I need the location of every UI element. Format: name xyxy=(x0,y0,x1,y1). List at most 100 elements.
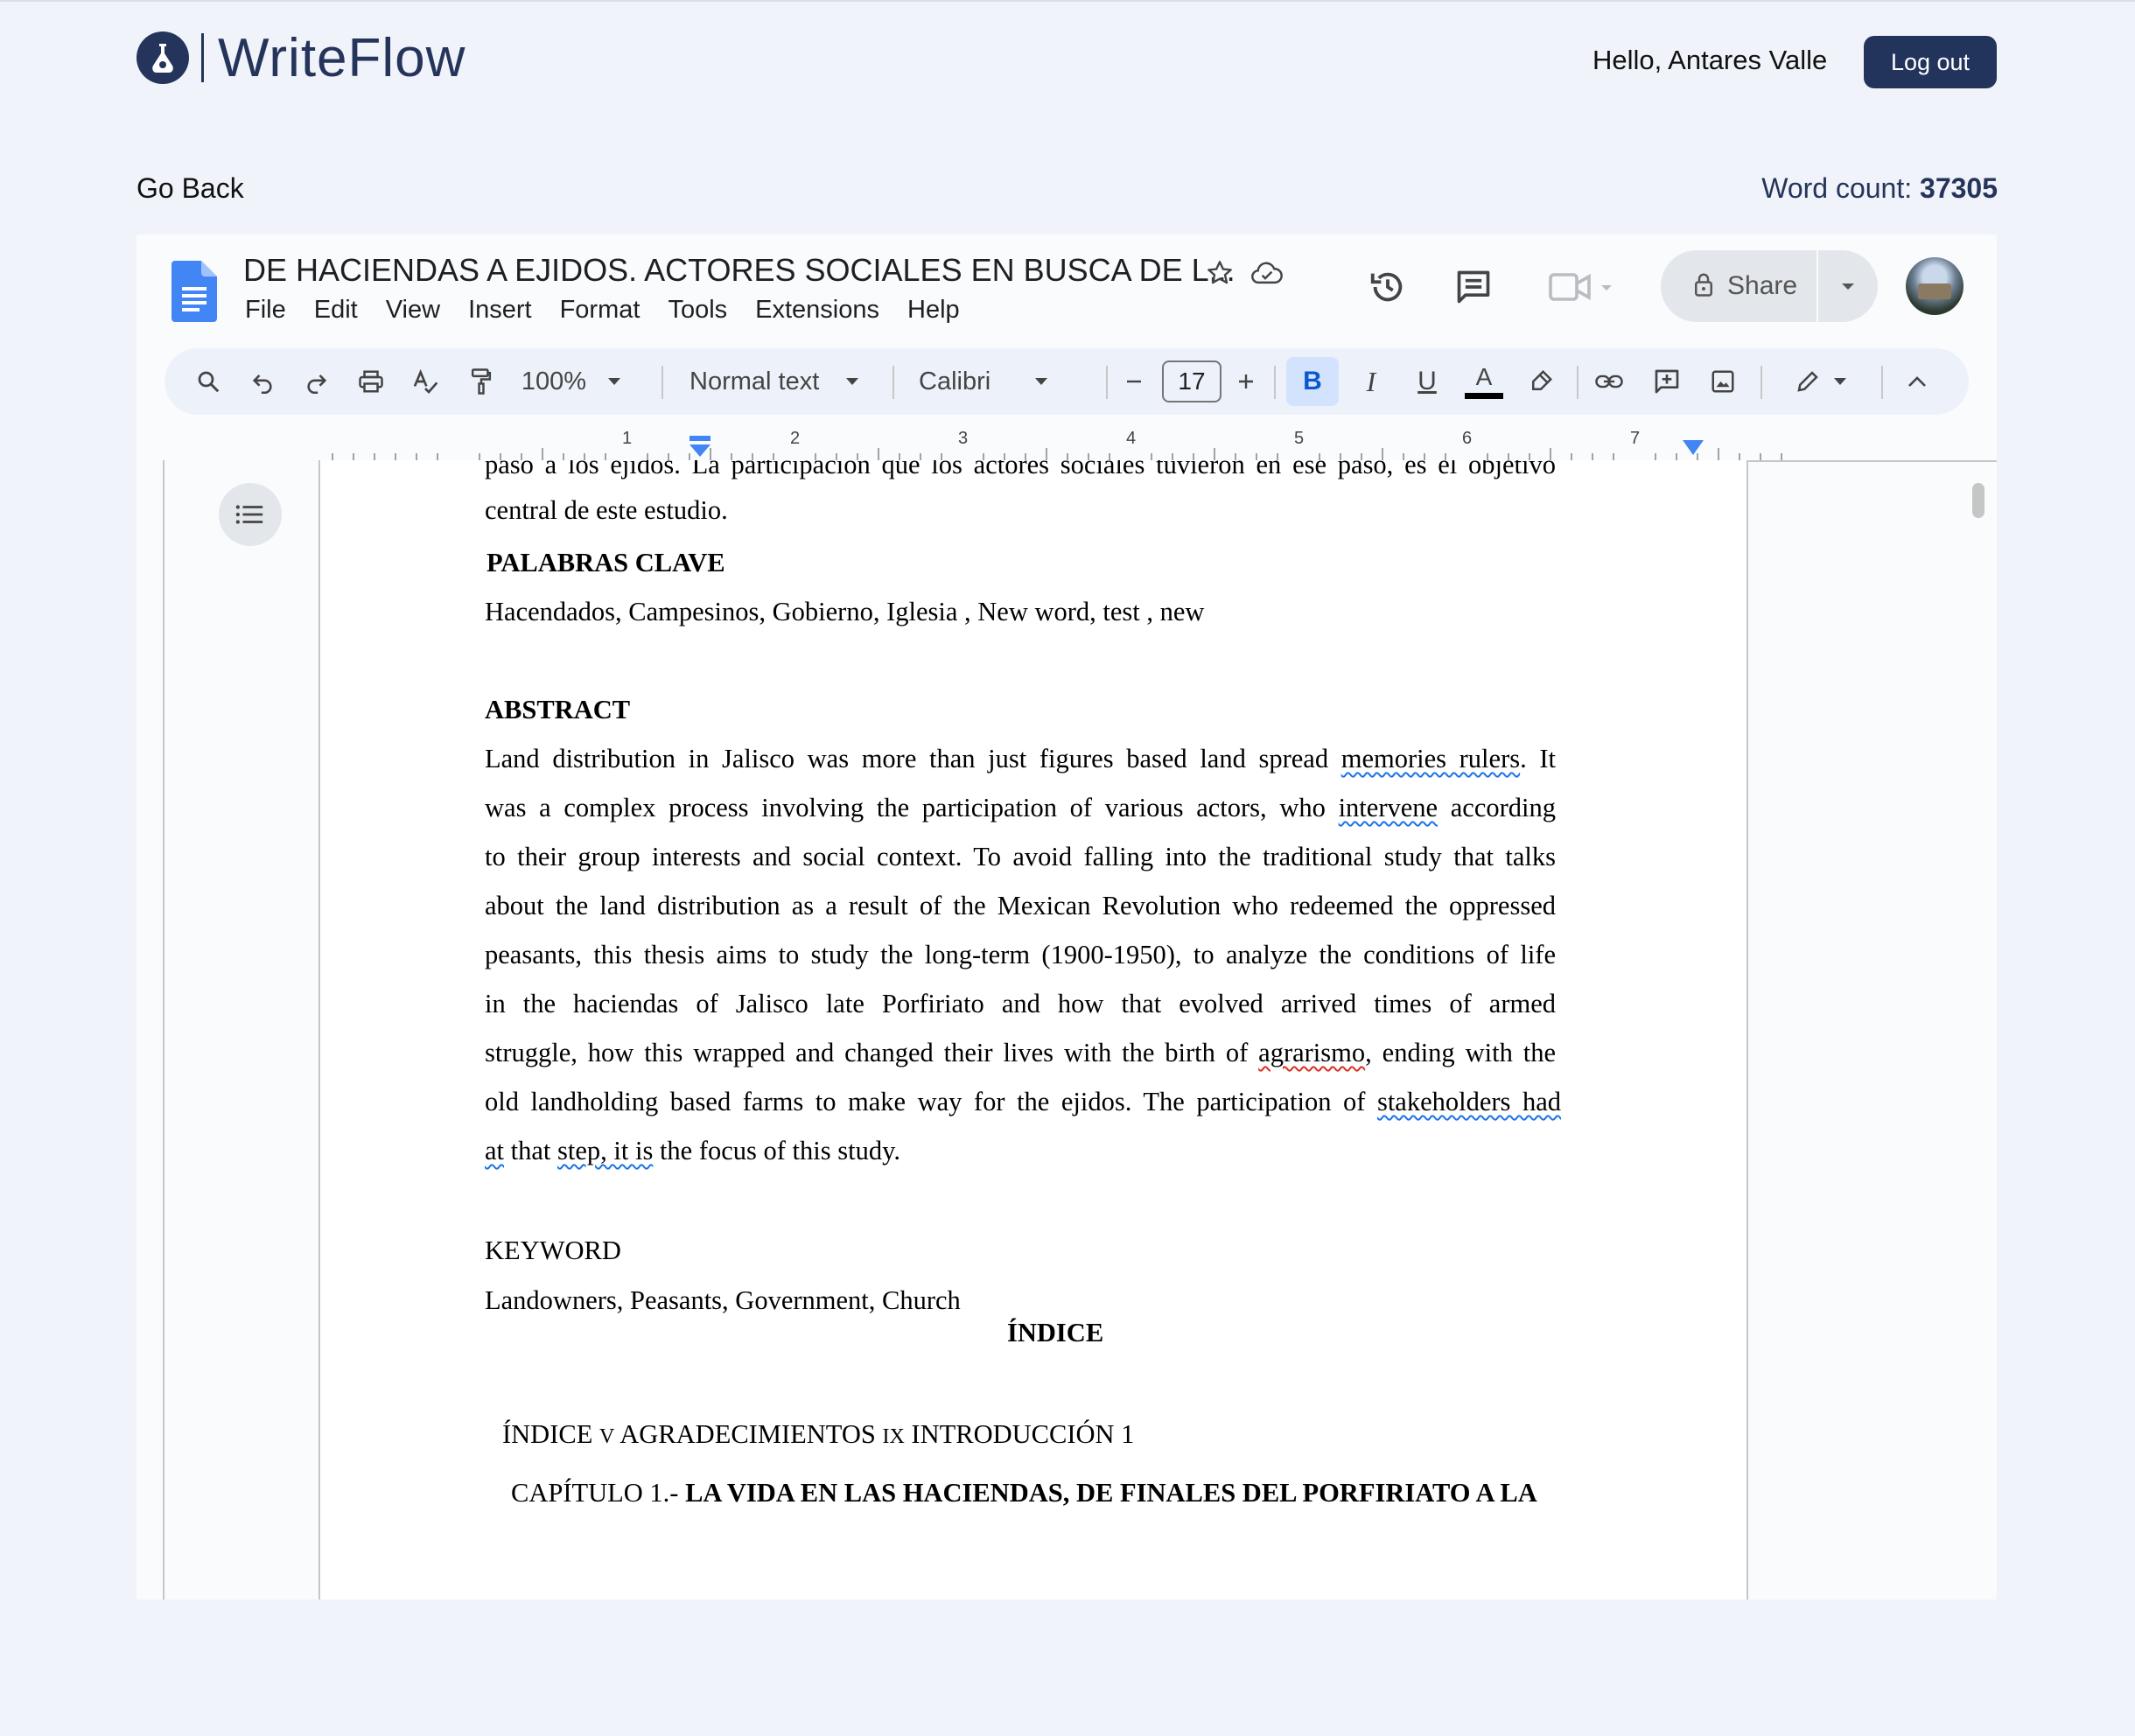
ruler-number-3: 3 xyxy=(958,429,969,448)
share-dropdown-chevron-icon[interactable] xyxy=(1818,250,1878,322)
hide-menus-chevron-up-icon[interactable] xyxy=(1895,357,1939,406)
insert-image-icon[interactable] xyxy=(1701,357,1745,406)
increase-font-size-icon[interactable] xyxy=(1227,357,1265,406)
abstract-line-1: Land distribution in Jalisco was more th… xyxy=(485,744,1556,774)
chevron-down-icon xyxy=(608,378,621,385)
toolbar-divider xyxy=(1106,366,1108,399)
document-title[interactable]: DE HACIENDAS A EJIDOS. ACTORES SOCIALES … xyxy=(243,252,1236,289)
abstract-line-9: at that step, it is the focus of this st… xyxy=(485,1136,1556,1166)
paragraph-style-value: Normal text xyxy=(690,367,820,396)
document-outline-icon[interactable] xyxy=(219,483,282,546)
left-indent-marker-icon[interactable] xyxy=(688,434,712,458)
chevron-down-icon xyxy=(1834,378,1846,385)
text-color-icon: A xyxy=(1475,362,1493,390)
abstract-text: the focus of this study. xyxy=(653,1136,900,1166)
toolbar-divider xyxy=(1881,366,1883,399)
print-icon[interactable] xyxy=(352,357,390,406)
abstract-text: . It xyxy=(1520,744,1557,774)
toc-text: AGRADECIMIENTOS xyxy=(614,1419,883,1449)
menu-extensions[interactable]: Extensions xyxy=(755,296,893,325)
abstract-text: according xyxy=(1438,793,1556,822)
vertical-scrollbar[interactable] xyxy=(1972,483,1984,518)
brand-name: WriteFlow xyxy=(218,27,466,88)
abstract-text: old landholding based farms to make way … xyxy=(485,1087,1377,1116)
star-icon[interactable] xyxy=(1202,256,1237,290)
undo-icon[interactable] xyxy=(243,357,282,406)
text-color-swatch xyxy=(1465,392,1503,399)
grammar-suggestion[interactable]: memories rulers xyxy=(1341,744,1520,774)
ruler-number-1: 1 xyxy=(622,429,633,448)
menu-tools[interactable]: Tools xyxy=(668,296,741,325)
docs-file-icon[interactable] xyxy=(172,261,217,322)
menu-insert[interactable]: Insert xyxy=(468,296,546,325)
toc-text: INTRODUCCIÓN 1 xyxy=(904,1419,1135,1449)
abstract-text: that xyxy=(504,1136,558,1166)
menu-edit[interactable]: Edit xyxy=(314,296,372,325)
abstract-line-4: about the land distribution as a result … xyxy=(485,891,1556,920)
decrease-font-size-icon[interactable] xyxy=(1115,357,1153,406)
palabras-clave-heading: PALABRAS CLAVE xyxy=(486,548,725,578)
video-call-icon[interactable] xyxy=(1547,262,1617,312)
zoom-select[interactable]: 100% xyxy=(514,357,628,406)
grammar-suggestion[interactable]: intervene xyxy=(1339,793,1438,822)
brand[interactable]: WriteFlow xyxy=(136,28,466,88)
abstract-text: Land distribution in Jalisco was more th… xyxy=(485,744,1341,774)
chapter-prefix: CAPÍTULO 1.- xyxy=(511,1478,686,1508)
add-comment-icon[interactable] xyxy=(1645,357,1689,406)
document-page[interactable]: paso a los ejidos. La participación que … xyxy=(318,460,1748,1600)
cloud-saved-icon[interactable] xyxy=(1250,256,1284,290)
user-avatar[interactable] xyxy=(1906,257,1964,315)
share-button[interactable]: Share xyxy=(1661,250,1818,322)
font-family-value: Calibri xyxy=(919,367,991,396)
toc-page-roman: IX xyxy=(882,1425,905,1448)
highlight-icon[interactable] xyxy=(1519,357,1563,406)
search-icon[interactable] xyxy=(189,357,228,406)
ruler-number-5: 5 xyxy=(1294,429,1305,448)
zoom-value: 100% xyxy=(521,367,587,396)
logout-button[interactable]: Log out xyxy=(1864,36,1997,88)
grammar-suggestion[interactable]: stakeholders had xyxy=(1377,1087,1561,1116)
paragraph-line: paso a los ejidos. La participación que … xyxy=(485,460,1556,480)
chevron-down-icon xyxy=(1035,378,1048,385)
brand-separator xyxy=(201,33,204,82)
spellcheck-icon[interactable] xyxy=(406,357,444,406)
grammar-suggestion[interactable]: at xyxy=(485,1136,504,1166)
toolbar-divider xyxy=(892,366,894,399)
toolbar-divider xyxy=(662,366,663,399)
right-indent-marker-icon[interactable] xyxy=(1682,439,1704,457)
menu-help[interactable]: Help xyxy=(907,296,974,325)
text-color-button[interactable]: A xyxy=(1460,357,1508,406)
ruler-number-4: 4 xyxy=(1126,429,1137,448)
abstract-text: was a complex process involving the part… xyxy=(485,793,1339,822)
paragraph-style-select[interactable]: Normal text xyxy=(690,357,886,406)
toc-line: ÍNDICE V AGRADECIMIENTOS IX INTRODUCCIÓN… xyxy=(502,1419,1573,1450)
spelling-error[interactable]: agrarismo xyxy=(1258,1038,1365,1068)
formatting-toolbar: 100% Normal text Calibri 17 B I U A xyxy=(164,348,1969,415)
bold-icon: B xyxy=(1303,367,1322,396)
grammar-suggestion[interactable]: step, it is xyxy=(557,1136,653,1166)
bold-button[interactable]: B xyxy=(1286,357,1339,406)
redo-icon[interactable] xyxy=(298,357,336,406)
paint-format-icon[interactable] xyxy=(462,357,500,406)
version-history-icon[interactable] xyxy=(1363,262,1412,312)
go-back-link[interactable]: Go Back xyxy=(136,172,244,205)
writeflow-logo-icon xyxy=(136,32,189,84)
palabras-clave-text: Hacendados, Campesinos, Gobierno, Iglesi… xyxy=(485,597,1205,626)
menu-format[interactable]: Format xyxy=(560,296,654,325)
ruler-ticks xyxy=(332,448,1782,462)
document-editor: DE HACIENDAS A EJIDOS. ACTORES SOCIALES … xyxy=(136,234,1997,1600)
menu-view[interactable]: View xyxy=(386,296,454,325)
italic-button[interactable]: I xyxy=(1349,357,1393,406)
editing-mode-button[interactable] xyxy=(1782,357,1860,406)
ruler[interactable]: 1 2 3 4 5 6 7 xyxy=(320,429,1878,464)
abstract-line-6: in the haciendas of Jalisco late Porfiri… xyxy=(485,989,1556,1018)
font-size-input[interactable]: 17 xyxy=(1162,360,1222,402)
font-family-select[interactable]: Calibri xyxy=(919,357,1076,406)
word-count: Word count: 37305 xyxy=(1761,172,1998,205)
comments-icon[interactable] xyxy=(1449,262,1498,312)
abstract-line-3: to their group interests and social cont… xyxy=(485,842,1556,872)
insert-link-icon[interactable] xyxy=(1587,357,1631,406)
underline-button[interactable]: U xyxy=(1405,357,1449,406)
menu-file[interactable]: File xyxy=(245,296,300,325)
left-gutter xyxy=(163,460,318,1600)
